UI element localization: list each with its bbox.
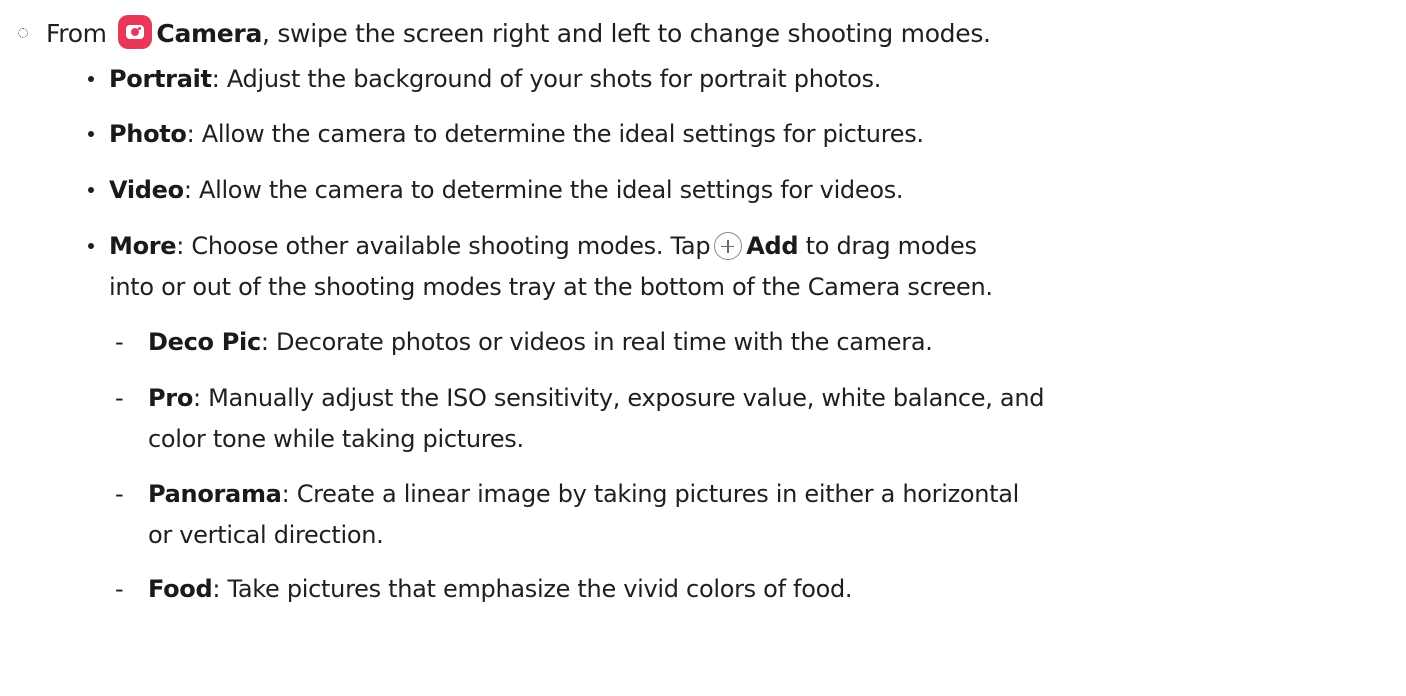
dash-marker: -: [115, 575, 124, 603]
mode-sep: :: [211, 65, 220, 93]
intro-suffix: , swipe the screen right and left to cha…: [262, 19, 991, 48]
submode-desc: Create a linear image by taking pictures…: [289, 480, 1020, 508]
camera-app-icon: [118, 15, 153, 49]
submode-item-pro-line2: color tone while taking pictures.: [148, 425, 524, 453]
mode-item-more: More: Choose other available shooting mo…: [109, 226, 977, 267]
submode-item-panorama-line2: or vertical direction.: [148, 521, 384, 549]
mode-desc-cont: to drag modes: [798, 232, 977, 260]
mode-sep: :: [183, 176, 192, 204]
bullet-dot-icon: [88, 131, 94, 137]
bullet-dot-icon: [88, 187, 94, 193]
submode-desc: Decorate photos or videos in real time w…: [268, 328, 933, 356]
submode-sep: :: [260, 328, 269, 356]
intro-line: From Camera, swipe the screen right and …: [18, 14, 991, 54]
mode-item-video: Video: Allow the camera to determine the…: [109, 170, 904, 211]
submode-name: Panorama: [148, 480, 282, 508]
bullet-dot-icon: [88, 76, 94, 82]
mode-desc: Allow the camera to determine the ideal …: [194, 120, 924, 148]
mode-item-photo: Photo: Allow the camera to determine the…: [109, 114, 924, 155]
intro-prefix: From: [46, 19, 107, 48]
submode-item-deco-pic: Deco Pic: Decorate photos or videos in r…: [148, 322, 933, 363]
bullet-dot-icon: [88, 243, 94, 249]
mode-sep: :: [176, 232, 185, 260]
mode-name: Photo: [109, 120, 187, 148]
submode-desc: Take pictures that emphasize the vivid c…: [220, 575, 853, 603]
submode-name: Food: [148, 575, 213, 603]
submode-name: Pro: [148, 384, 194, 412]
add-icon: [714, 232, 743, 260]
submode-item-panorama: Panorama: Create a linear image by takin…: [148, 474, 1019, 515]
mode-item-more-line2: into or out of the shooting modes tray a…: [109, 273, 993, 301]
submode-name: Deco Pic: [148, 328, 261, 356]
submode-desc: Manually adjust the ISO sensitivity, exp…: [200, 384, 1045, 412]
dash-marker: -: [115, 480, 124, 508]
mode-desc: Choose other available shooting modes. T…: [184, 232, 711, 260]
mode-desc: Adjust the background of your shots for …: [219, 65, 882, 93]
step-bullet-icon: [18, 28, 28, 38]
mode-item-portrait: Portrait: Adjust the background of your …: [109, 59, 881, 100]
submode-item-pro: Pro: Manually adjust the ISO sensitivity…: [148, 378, 1044, 419]
submode-item-food: Food: Take pictures that emphasize the v…: [148, 569, 853, 610]
mode-name: Video: [109, 176, 184, 204]
add-label: Add: [746, 232, 799, 260]
dash-marker: -: [115, 328, 124, 356]
mode-name: Portrait: [109, 65, 212, 93]
camera-app-name: Camera: [156, 19, 263, 48]
submode-sep: :: [193, 384, 201, 412]
mode-desc: Allow the camera to determine the ideal …: [191, 176, 904, 204]
dash-marker: -: [115, 384, 124, 412]
mode-name: More: [109, 232, 177, 260]
